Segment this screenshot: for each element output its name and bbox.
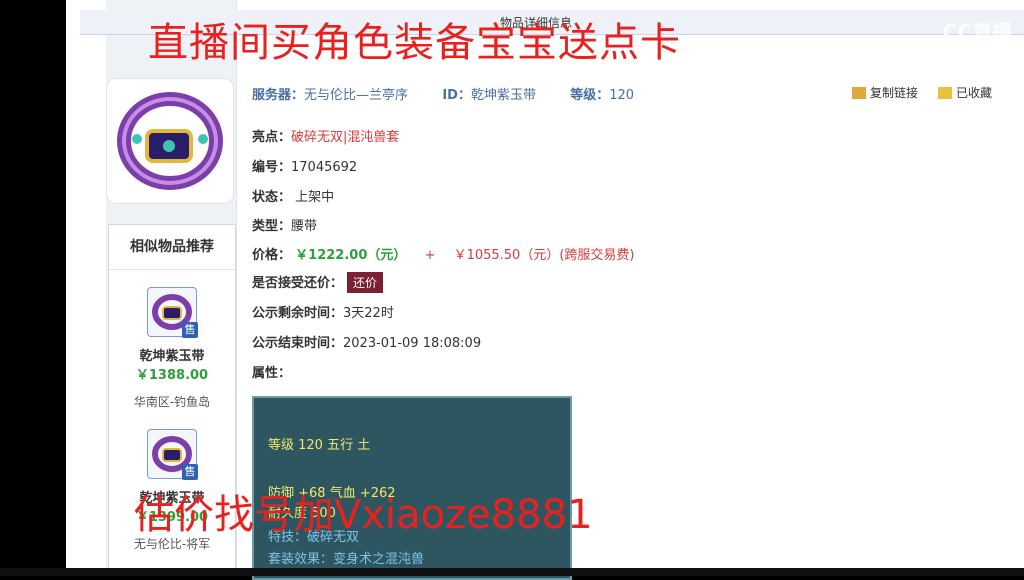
sale-badge: 售 — [182, 464, 198, 480]
type-row: 类型：腰带 — [252, 215, 317, 234]
similar-item-price: ￥1388.00 — [135, 368, 209, 383]
type-label: 类型： — [252, 219, 292, 234]
end-time-row: 公示结束时间：2023-01-09 18:08:09 — [252, 332, 481, 351]
item-thumbnail[interactable]: 售 — [147, 287, 198, 338]
cross-fee-value: ￥1055.50（元）(跨服交易费) — [453, 248, 635, 263]
promo-overlay-bottom: 估价找号加Vxiaoze8881 — [134, 492, 593, 538]
id-label: ID： — [442, 88, 471, 103]
price-value: ￥1222.00（元） — [295, 248, 407, 263]
sale-badge: 售 — [182, 322, 198, 338]
end-time-value: 2023-01-09 18:08:09 — [343, 336, 482, 351]
counter-label: 是否接受还价： — [252, 276, 344, 291]
status-label: 状态： — [252, 190, 292, 205]
level-value: 120 — [609, 88, 635, 103]
similar-item-name[interactable]: 乾坤紫玉带 — [109, 345, 235, 364]
similar-item-server: 华南区-钓鱼岛 — [133, 395, 211, 409]
counter-offer-row: 是否接受还价： 还价 — [252, 272, 384, 293]
similar-item[interactable]: 售 乾坤紫玉带 ￥1388.00 华南区-钓鱼岛 — [109, 287, 235, 410]
status-value: 上架中 — [295, 190, 335, 205]
plus-sign: + — [424, 248, 436, 263]
bottom-bar — [0, 568, 1024, 576]
type-value: 腰带 — [291, 219, 318, 234]
attributes-label: 属性： — [252, 366, 292, 381]
attr-line: 套装效果：变身术之混沌兽 — [268, 552, 425, 567]
favorite-label: 已收藏 — [956, 86, 993, 100]
promo-overlay-top: 直播间买角色装备宝宝送点卡 — [148, 20, 681, 66]
counter-offer-button[interactable]: 还价 — [347, 272, 384, 293]
highlight-row: 亮点：破碎无双|混沌兽套 — [252, 126, 399, 145]
item-thumbnail[interactable]: 售 — [147, 429, 198, 480]
item-summary: 服务器：无与伦比—兰亭序 ID：乾坤紫玉带 等级：120 — [252, 84, 634, 103]
number-label: 编号： — [252, 160, 292, 175]
price-row: 价格： ￥1222.00（元） + ￥1055.50（元）(跨服交易费) — [252, 244, 634, 263]
copy-link-button[interactable]: 复制链接 — [852, 84, 918, 101]
number-value: 17045692 — [291, 160, 358, 175]
similar-title: 相似物品推荐 — [109, 225, 235, 270]
favorite-button[interactable]: 已收藏 — [938, 84, 992, 101]
number-row: 编号：17045692 — [252, 156, 357, 175]
favorite-icon — [938, 87, 952, 99]
attributes-row: 属性： — [252, 362, 291, 381]
remaining-value: 3天22时 — [343, 306, 394, 321]
highlight-value: 破碎无双|混沌兽套 — [291, 130, 400, 145]
attr-line: 等级 120 五行 土 — [268, 438, 371, 453]
price-label: 价格： — [252, 248, 292, 263]
server-value: 无与伦比—兰亭序 — [304, 88, 409, 103]
remaining-row: 公示剩余时间：3天22时 — [252, 302, 394, 321]
copy-link-label: 复制链接 — [870, 86, 919, 100]
server-label: 服务器： — [252, 88, 305, 103]
end-time-label: 公示结束时间： — [252, 336, 344, 351]
watermark-logo: CC直播 — [942, 20, 1012, 44]
status-row: 状态： 上架中 — [252, 186, 334, 205]
item-image — [106, 78, 234, 204]
level-label: 等级： — [570, 88, 610, 103]
belt-ring-icon — [117, 92, 223, 190]
remaining-label: 公示剩余时间： — [252, 306, 344, 321]
copy-link-icon — [852, 87, 866, 99]
id-value: 乾坤紫玉带 — [470, 88, 536, 103]
highlight-label: 亮点： — [252, 130, 292, 145]
